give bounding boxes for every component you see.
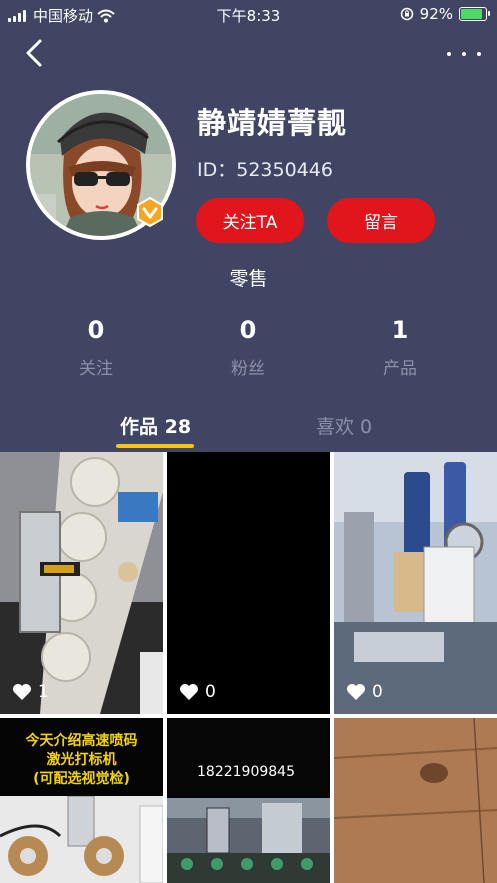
active-tab-indicator	[116, 444, 194, 448]
works-grid: 1 0 0 今天介绍高速喷码 激光打标机 (可配选视觉检) 1822190984…	[0, 452, 497, 883]
stat-label: 关注	[79, 359, 113, 379]
stat-products[interactable]: 1 产品	[350, 316, 450, 379]
work-tile[interactable]: 1	[0, 452, 163, 714]
like-count: 0	[179, 682, 216, 702]
rotation-lock-icon	[400, 7, 413, 21]
video-thumbnail	[167, 798, 330, 883]
like-count-value: 1	[38, 682, 49, 702]
stat-value: 1	[391, 316, 409, 344]
like-count-value: 0	[372, 682, 383, 702]
content-tabs: 作品 28 喜欢 0	[0, 406, 497, 452]
video-thumbnail	[334, 452, 497, 714]
video-thumbnail	[0, 452, 163, 714]
more-dot	[462, 52, 466, 56]
status-bar: 中国移动 下午8:33 92%	[0, 0, 497, 28]
more-dot	[447, 52, 451, 56]
stat-followers[interactable]: 0 粉丝	[198, 316, 298, 379]
video-thumbnail	[0, 796, 163, 883]
stat-label: 产品	[383, 359, 417, 379]
like-count: 0	[346, 682, 383, 702]
battery-icon	[459, 7, 490, 21]
work-tile[interactable]: 0	[167, 452, 330, 714]
profile-id: ID：52350446	[197, 159, 333, 181]
work-tile[interactable]: 0	[334, 452, 497, 714]
work-tile[interactable]: 今天介绍高速喷码 激光打标机 (可配选视觉检)	[0, 718, 163, 883]
tab-works[interactable]: 作品 28	[120, 412, 191, 439]
message-button[interactable]: 留言	[327, 198, 435, 243]
profile-tagline: 零售	[229, 268, 268, 290]
stats-row: 0 关注 0 粉丝 1 产品	[0, 316, 497, 386]
tile-caption-line: 今天介绍高速喷码	[25, 733, 138, 749]
back-button[interactable]	[20, 38, 50, 68]
battery-fill	[461, 9, 482, 19]
heart-icon	[13, 684, 31, 700]
stat-value: 0	[239, 316, 257, 344]
chevron-left-icon	[26, 39, 42, 67]
tile-caption-line: 激光打标机	[46, 752, 117, 768]
heart-icon	[180, 684, 198, 700]
stat-value: 0	[87, 316, 105, 344]
work-tile[interactable]: 18221909845	[167, 718, 330, 883]
tile-phone-number: 18221909845	[197, 764, 295, 780]
more-button[interactable]	[447, 44, 481, 64]
heart-icon	[347, 684, 365, 700]
like-count: 1	[12, 682, 49, 702]
stat-following[interactable]: 0 关注	[46, 316, 146, 379]
like-count-value: 0	[205, 682, 216, 702]
work-tile[interactable]	[334, 718, 497, 883]
tile-caption-line: (可配选视觉检)	[33, 771, 130, 787]
profile-name: 静靖婧菁靓	[197, 106, 348, 140]
status-right: 92%	[400, 5, 490, 23]
battery-percent: 92%	[419, 5, 453, 23]
video-thumbnail	[334, 718, 497, 883]
stat-label: 粉丝	[231, 359, 265, 379]
tab-likes[interactable]: 喜欢 0	[316, 412, 372, 439]
verified-badge-icon	[134, 196, 166, 228]
more-dot	[477, 52, 481, 56]
follow-button[interactable]: 关注TA	[196, 198, 304, 243]
